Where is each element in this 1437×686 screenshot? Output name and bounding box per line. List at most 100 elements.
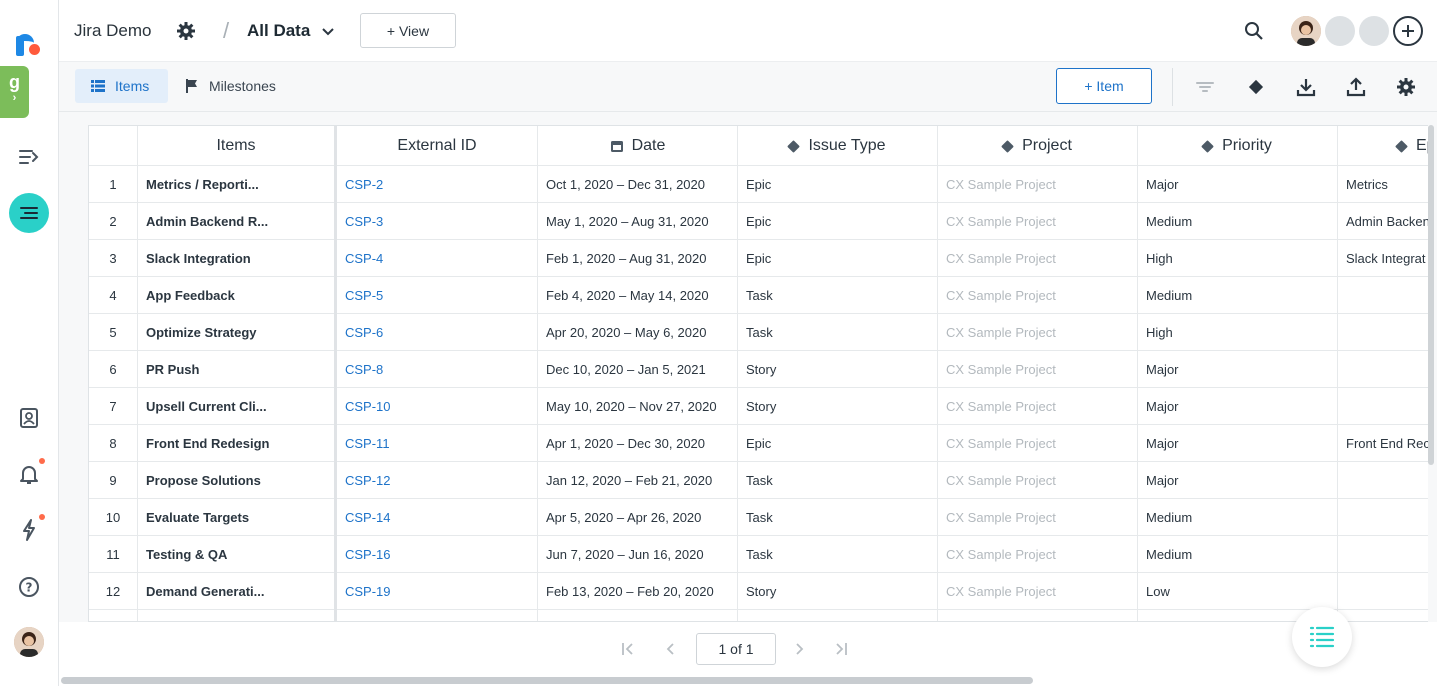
column-header-epic[interactable]: Epi: [1338, 126, 1428, 166]
collaborator-avatar[interactable]: [1359, 16, 1389, 46]
download-icon[interactable]: [1295, 76, 1317, 98]
project-cell[interactable]: CX Sample Project: [938, 314, 1138, 351]
table-row[interactable]: 2 Admin Backend R... CSP-3 May 1, 2020 – Au…: [89, 203, 1428, 240]
epic-cell[interactable]: Metrics: [1338, 166, 1428, 203]
date-cell[interactable]: Feb 1, 2020 – Aug 31, 2020: [538, 240, 738, 277]
external-id-link[interactable]: CSP-6: [337, 314, 538, 351]
table-row[interactable]: 9 Propose Solutions CSP-12 Jan 12, 2020 – F…: [89, 462, 1428, 499]
table-row[interactable]: 3 Slack Integration CSP-4 Feb 1, 2020 – Aug…: [89, 240, 1428, 277]
extension-icon[interactable]: g ›: [0, 66, 29, 118]
search-icon[interactable]: [1244, 21, 1264, 46]
epic-cell[interactable]: Front End Rec: [1338, 425, 1428, 462]
project-settings-gear-icon[interactable]: [176, 21, 196, 41]
items-list-icon[interactable]: [9, 193, 49, 233]
priority-cell[interactable]: Major: [1138, 166, 1338, 203]
bell-icon[interactable]: [17, 462, 41, 486]
table-row[interactable]: 5 Optimize Strategy CSP-6 Apr 20, 2020 – Ma…: [89, 314, 1428, 351]
priority-cell[interactable]: Major: [1138, 425, 1338, 462]
table-row[interactable]: 11 Testing & QA CSP-16 Jun 7, 2020 – Jun 16…: [89, 536, 1428, 573]
contacts-icon[interactable]: [17, 406, 41, 430]
priority-cell[interactable]: Major: [1138, 351, 1338, 388]
item-name-cell[interactable]: Testing & QA: [138, 536, 337, 573]
external-id-link[interactable]: CSP-11: [337, 425, 538, 462]
table-row[interactable]: 10 Evaluate Targets CSP-14 Apr 5, 2020 – Ap…: [89, 499, 1428, 536]
collaborator-avatar[interactable]: [1291, 16, 1321, 46]
add-item-button[interactable]: + Item: [1056, 68, 1152, 104]
item-name-cell[interactable]: App Feedback: [138, 277, 337, 314]
project-cell[interactable]: CX Sample Project: [938, 166, 1138, 203]
table-row[interactable]: 1 Metrics / Reporti... CSP-2 Oct 1, 2020 – …: [89, 166, 1428, 203]
issue-type-cell[interactable]: Story: [738, 351, 938, 388]
external-id-link[interactable]: CSP-14: [337, 499, 538, 536]
item-name-cell[interactable]: Propose Solutions: [138, 462, 337, 499]
page-indicator[interactable]: 1 of 1: [696, 633, 776, 665]
column-header-items[interactable]: Items: [138, 126, 337, 166]
tab-items[interactable]: Items: [75, 69, 168, 103]
item-name-cell[interactable]: Upsell Current Cli...: [138, 388, 337, 425]
external-id-link[interactable]: CSP-4: [337, 240, 538, 277]
priority-cell[interactable]: Medium: [1138, 203, 1338, 240]
issue-type-cell[interactable]: Epic: [738, 425, 938, 462]
project-cell[interactable]: CX Sample Project: [938, 351, 1138, 388]
external-id-link[interactable]: CSP-5: [337, 277, 538, 314]
external-id-link[interactable]: CSP-8: [337, 351, 538, 388]
vertical-scrollbar[interactable]: [1428, 125, 1434, 465]
priority-cell[interactable]: High: [1138, 240, 1338, 277]
epic-cell[interactable]: [1338, 573, 1428, 610]
next-page-icon[interactable]: [793, 640, 805, 661]
roadmap-icon[interactable]: [17, 145, 41, 169]
table-row[interactable]: 8 Front End Redesign CSP-11 Apr 1, 2020 – D…: [89, 425, 1428, 462]
item-name-cell[interactable]: Evaluate Targets: [138, 499, 337, 536]
date-cell[interactable]: May 1, 2020 – Aug 31, 2020: [538, 203, 738, 240]
user-avatar[interactable]: [14, 627, 44, 657]
issue-type-cell[interactable]: Epic: [738, 166, 938, 203]
view-title[interactable]: All Data: [247, 21, 310, 41]
issue-type-cell[interactable]: Task: [738, 536, 938, 573]
checklist-fab-button[interactable]: [1292, 607, 1352, 667]
project-cell[interactable]: CX Sample Project: [938, 277, 1138, 314]
project-cell[interactable]: CX Sample Project: [938, 499, 1138, 536]
lightning-icon[interactable]: [17, 518, 41, 542]
issue-type-cell[interactable]: Epic: [738, 240, 938, 277]
issue-type-cell[interactable]: Task: [738, 462, 938, 499]
issue-type-cell[interactable]: Task: [738, 499, 938, 536]
previous-page-icon[interactable]: [665, 640, 677, 661]
priority-cell[interactable]: Medium: [1138, 499, 1338, 536]
gear-icon[interactable]: [1395, 76, 1417, 98]
add-view-button[interactable]: + View: [360, 13, 456, 48]
upload-icon[interactable]: [1345, 76, 1367, 98]
external-id-link[interactable]: CSP-12: [337, 462, 538, 499]
epic-cell[interactable]: [1338, 314, 1428, 351]
priority-cell[interactable]: Medium: [1138, 536, 1338, 573]
last-page-icon[interactable]: [834, 640, 848, 661]
table-row[interactable]: 7 Upsell Current Cli... CSP-10 May 10, 2020…: [89, 388, 1428, 425]
epic-cell[interactable]: [1338, 536, 1428, 573]
project-cell[interactable]: CX Sample Project: [938, 462, 1138, 499]
collaborator-avatar[interactable]: [1325, 16, 1355, 46]
date-cell[interactable]: Jun 7, 2020 – Jun 16, 2020: [538, 536, 738, 573]
external-id-link[interactable]: CSP-2: [337, 166, 538, 203]
project-cell[interactable]: CX Sample Project: [938, 388, 1138, 425]
epic-cell[interactable]: [1338, 351, 1428, 388]
add-user-button[interactable]: [1393, 16, 1423, 46]
column-header-priority[interactable]: Priority: [1138, 126, 1338, 166]
date-cell[interactable]: Jan 12, 2020 – Feb 21, 2020: [538, 462, 738, 499]
item-name-cell[interactable]: Front End Redesign: [138, 425, 337, 462]
date-cell[interactable]: May 10, 2020 – Nov 27, 2020: [538, 388, 738, 425]
project-title[interactable]: Jira Demo: [74, 21, 151, 41]
table-row[interactable]: [89, 610, 1428, 621]
item-name-cell[interactable]: Admin Backend R...: [138, 203, 337, 240]
column-header-external-id[interactable]: External ID: [337, 126, 538, 166]
date-cell[interactable]: Feb 13, 2020 – Feb 20, 2020: [538, 573, 738, 610]
filter-icon[interactable]: [1194, 76, 1216, 98]
chevron-down-icon[interactable]: [321, 24, 335, 42]
epic-cell[interactable]: [1338, 388, 1428, 425]
epic-cell[interactable]: Slack Integrat: [1338, 240, 1428, 277]
table-row[interactable]: 4 App Feedback CSP-5 Feb 4, 2020 – May 14, …: [89, 277, 1428, 314]
date-cell[interactable]: Oct 1, 2020 – Dec 31, 2020: [538, 166, 738, 203]
diamond-icon[interactable]: [1245, 76, 1267, 98]
priority-cell[interactable]: Low: [1138, 573, 1338, 610]
help-icon[interactable]: ?: [17, 575, 41, 599]
date-cell[interactable]: Apr 20, 2020 – May 6, 2020: [538, 314, 738, 351]
priority-cell[interactable]: Medium: [1138, 277, 1338, 314]
